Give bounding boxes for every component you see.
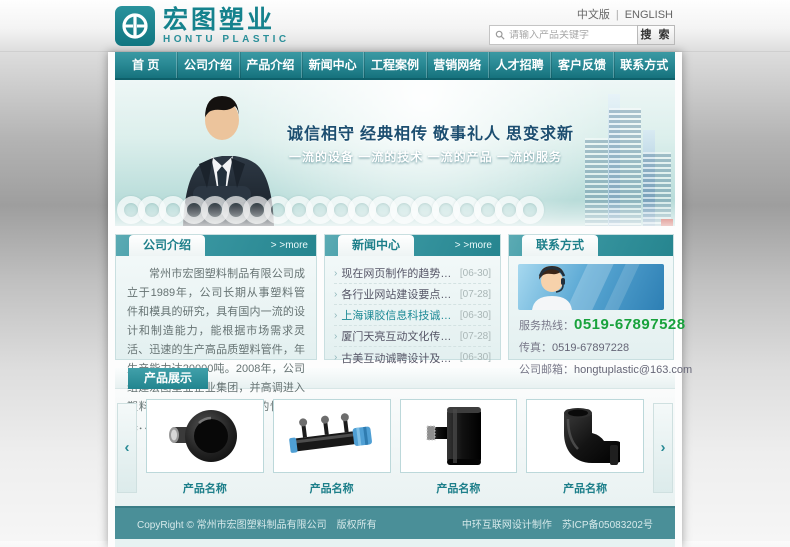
banner-slogan: 诚信相守 经典相传 敬事礼人 思变求新 xyxy=(287,120,574,144)
email-value: hongtuplastic@163.com xyxy=(574,364,692,376)
email-line: 公司邮箱：hongtuplastic@163.com xyxy=(519,361,663,377)
search-bar: 搜 索 xyxy=(489,25,675,45)
language-switch: 中文版 | ENGLISH xyxy=(577,6,673,22)
search-icon xyxy=(495,30,505,40)
lang-divider: | xyxy=(616,9,619,21)
news-list-item: › 厦门天亮互动文化传播诚聘网页设计师 [07-28] xyxy=(334,326,491,347)
product-image xyxy=(400,399,518,473)
news-panel: 新闻中心 > >more › 现在网页制作的趋势是交互设计？ [06-30] ›… xyxy=(324,234,501,360)
logo-icon xyxy=(115,6,155,46)
news-date: [07-28] xyxy=(460,289,491,300)
hotline-label: 服务热线： xyxy=(519,320,574,332)
email-label: 公司邮箱： xyxy=(519,364,574,376)
product-image xyxy=(146,399,264,473)
news-list-item: › 古美互动诚聘设计及动画等互动人才 [06-30] xyxy=(334,347,491,368)
nav-contact[interactable]: 联系方式 xyxy=(614,52,675,78)
fax-label: 传真： xyxy=(519,342,552,354)
nav-products[interactable]: 产品介绍 xyxy=(240,52,302,78)
lang-chinese-link[interactable]: 中文版 xyxy=(577,9,610,21)
carousel-next-button[interactable]: › xyxy=(653,403,673,493)
hotline-number: 0519-67897528 xyxy=(574,316,686,333)
product-image xyxy=(526,399,644,473)
product-card[interactable]: 产品名称 xyxy=(526,399,644,496)
news-list-item: › 现在网页制作的趋势是交互设计？ [06-30] xyxy=(334,263,491,284)
logo[interactable]: 宏图塑业 HONTU PLASTIC xyxy=(115,6,290,46)
search-input[interactable] xyxy=(509,30,629,41)
header-band: 宏图塑业 HONTU PLASTIC 中文版 | ENGLISH 搜 索 xyxy=(0,0,790,52)
customer-service-photo xyxy=(518,264,664,310)
page-column: 首 页 公司介绍 产品介绍 新闻中心 工程案例 营销网络 人才招聘 客户反馈 联… xyxy=(108,52,682,547)
news-date: [07-28] xyxy=(460,331,491,342)
news-bullet-icon: › xyxy=(334,268,337,279)
nav-marketing[interactable]: 营销网络 xyxy=(427,52,489,78)
nav-home[interactable]: 首 页 xyxy=(115,52,177,78)
news-list-item: › 上海课胶信息科技诚招网页设计师 [06-30] xyxy=(334,305,491,326)
search-button[interactable]: 搜 索 xyxy=(637,25,675,45)
footer-bar: CopyRight © 常州市宏图塑料制品有限公司 版权所有 中环互联网设计制作… xyxy=(115,506,675,539)
banner-fog xyxy=(115,200,675,226)
about-more-link[interactable]: > >more xyxy=(271,235,308,256)
product-card[interactable]: 产品名称 xyxy=(400,399,518,496)
carousel-prev-button[interactable]: ‹ xyxy=(117,403,137,493)
logo-subtitle: HONTU PLASTIC xyxy=(163,34,290,45)
news-date: [06-30] xyxy=(460,310,491,321)
products-title-tab[interactable]: 产品展示 xyxy=(128,368,208,389)
news-list-item: › 各行业网站建设要点之金融投资类企业网站 [07-28] xyxy=(334,284,491,305)
product-card[interactable]: 产品名称 xyxy=(273,399,391,496)
hero-banner: 诚信相守 经典相传 敬事礼人 思变求新 一流的设备 一流的技术 一流的产品 一流… xyxy=(115,80,675,226)
news-date: [06-30] xyxy=(460,352,491,363)
footer-copyright: CopyRight © 常州市宏图塑料制品有限公司 版权所有 xyxy=(137,516,377,531)
nav-recruit[interactable]: 人才招聘 xyxy=(489,52,551,78)
product-name[interactable]: 产品名称 xyxy=(526,480,644,496)
news-link[interactable]: 厦门天亮互动文化传播诚聘网页设计师 xyxy=(341,328,456,344)
product-card[interactable]: 产品名称 xyxy=(146,399,264,496)
news-more-link[interactable]: > >more xyxy=(455,235,492,256)
footer-bottom-strip xyxy=(115,539,675,547)
news-date: [06-30] xyxy=(460,268,491,279)
nav-feedback[interactable]: 客户反馈 xyxy=(551,52,613,78)
hotline-line: 服务热线：0519-67897528 xyxy=(519,316,663,333)
main-nav: 首 页 公司介绍 产品介绍 新闻中心 工程案例 营销网络 人才招聘 客户反馈 联… xyxy=(115,52,675,80)
news-link[interactable]: 各行业网站建设要点之金融投资类企业网站 xyxy=(341,286,456,302)
fax-line: 传真：0519-67897228 xyxy=(519,339,663,355)
nav-news[interactable]: 新闻中心 xyxy=(302,52,364,78)
product-image xyxy=(273,399,391,473)
nav-company-intro[interactable]: 公司介绍 xyxy=(177,52,239,78)
news-title-tab[interactable]: 新闻中心 xyxy=(338,235,414,256)
news-bullet-icon: › xyxy=(334,352,337,363)
nav-projects[interactable]: 工程案例 xyxy=(364,52,426,78)
about-panel: 公司介绍 > >more 常州市宏图塑料制品有限公司成立于1989年，公司长期从… xyxy=(115,234,317,360)
fax-number: 0519-67897228 xyxy=(552,342,629,354)
mid-section: 公司介绍 > >more 常州市宏图塑料制品有限公司成立于1989年，公司长期从… xyxy=(115,226,675,368)
news-link[interactable]: 古美互动诚聘设计及动画等互动人才 xyxy=(341,350,456,366)
news-link[interactable]: 现在网页制作的趋势是交互设计？ xyxy=(341,265,456,281)
footer-credits: 中环互联网设计制作 苏ICP备05083202号 xyxy=(462,516,653,531)
product-name[interactable]: 产品名称 xyxy=(273,480,391,496)
product-name[interactable]: 产品名称 xyxy=(146,480,264,496)
banner-subslogan: 一流的设备 一流的技术 一流的产品 一流的服务 xyxy=(289,148,562,165)
news-link-highlighted[interactable]: 上海课胶信息科技诚招网页设计师 xyxy=(341,307,456,323)
product-name[interactable]: 产品名称 xyxy=(400,480,518,496)
lang-english-link[interactable]: ENGLISH xyxy=(625,9,673,21)
news-bullet-icon: › xyxy=(334,289,337,300)
products-section: 产品展示 ‹ 产品名称 xyxy=(115,368,675,506)
news-bullet-icon: › xyxy=(334,331,337,342)
contact-panel: 联系方式 服务热线：0519-67897528 传真：0519-67897228… xyxy=(508,234,674,360)
about-title-tab[interactable]: 公司介绍 xyxy=(129,235,205,256)
contact-title-tab[interactable]: 联系方式 xyxy=(522,235,598,256)
logo-title: 宏图塑业 xyxy=(163,8,290,34)
news-bullet-icon: › xyxy=(334,310,337,321)
